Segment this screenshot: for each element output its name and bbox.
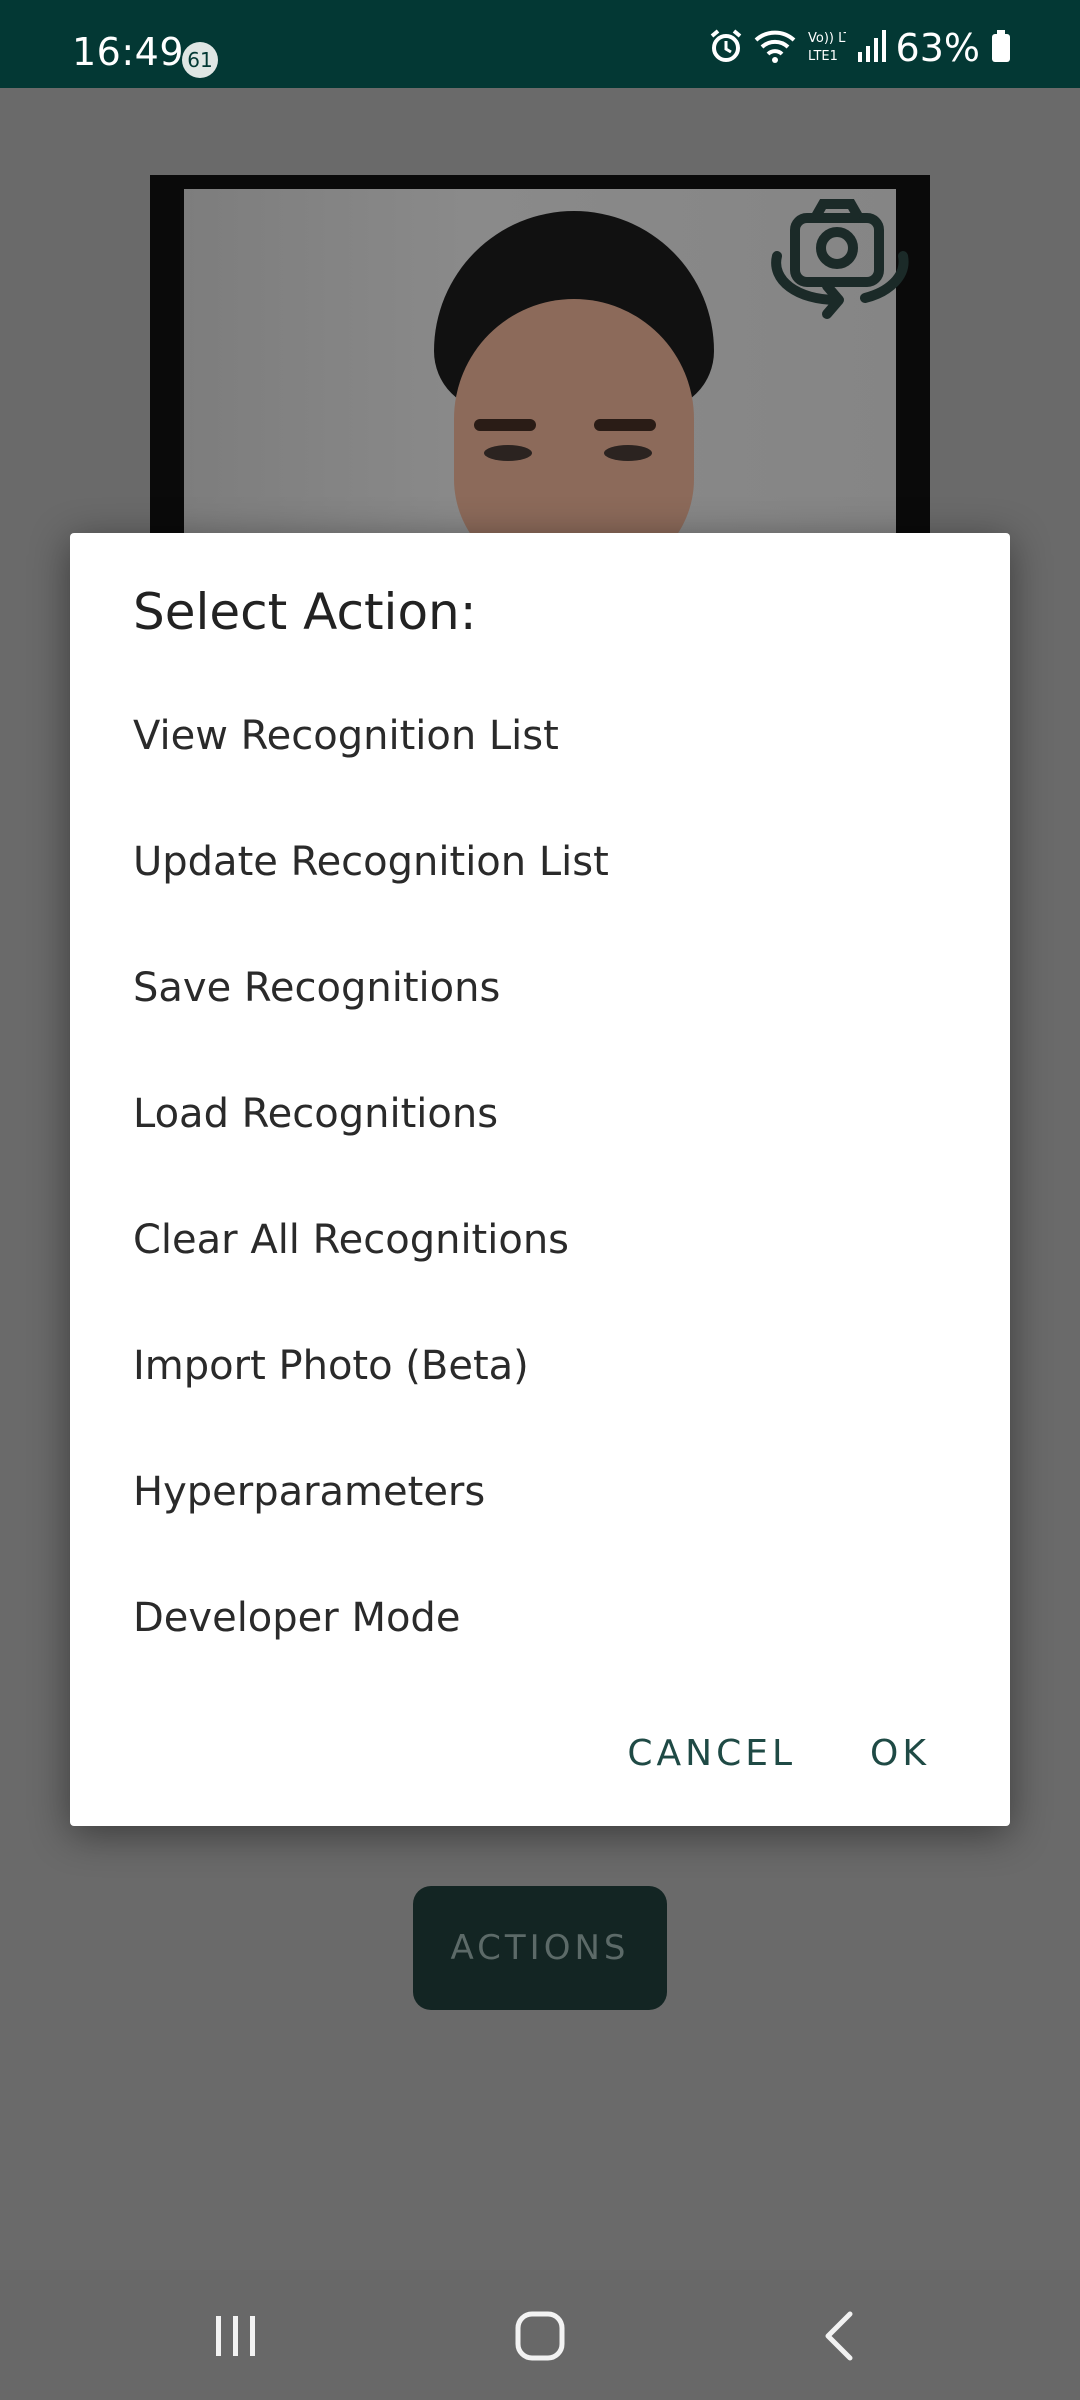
option-update-recognition-list[interactable]: Update Recognition List (70, 799, 1010, 925)
wifi-icon (754, 28, 796, 68)
dialog-buttons: CANCEL OK (627, 1733, 930, 1774)
back-icon[interactable] (800, 2304, 880, 2368)
dialog-title: Select Action: (133, 583, 477, 641)
ok-button[interactable]: OK (870, 1733, 930, 1774)
option-view-recognition-list[interactable]: View Recognition List (70, 673, 1010, 799)
option-developer-mode[interactable]: Developer Mode (70, 1555, 1010, 1681)
svg-text:LTE1: LTE1 (808, 49, 838, 64)
option-save-recognitions[interactable]: Save Recognitions (70, 925, 1010, 1051)
battery-percent: 63% (895, 26, 980, 70)
notification-count-badge: 61 (182, 42, 218, 78)
option-import-photo[interactable]: Import Photo (Beta) (70, 1303, 1010, 1429)
recents-icon[interactable] (196, 2304, 276, 2368)
volte-lte-icon: Vo)) LTE1 LTE1 (806, 28, 868, 68)
select-action-dialog: Select Action: View Recognition List Upd… (70, 533, 1010, 1826)
home-icon[interactable] (500, 2304, 580, 2368)
navigation-bar (0, 2270, 1080, 2400)
svg-text:Vo)) LTE1: Vo)) LTE1 (808, 31, 846, 46)
option-hyperparameters[interactable]: Hyperparameters (70, 1429, 1010, 1555)
status-bar: 16:49 61 Vo)) LTE1 LTE1 63% (0, 0, 1080, 88)
option-load-recognitions[interactable]: Load Recognitions (70, 1051, 1010, 1177)
signal-icon (856, 28, 886, 68)
cancel-button[interactable]: CANCEL (627, 1733, 796, 1774)
switch-camera-icon[interactable] (765, 190, 915, 330)
actions-button[interactable]: ACTIONS (413, 1886, 667, 2010)
status-time: 16:49 (72, 30, 185, 74)
option-clear-all-recognitions[interactable]: Clear All Recognitions (70, 1177, 1010, 1303)
alarm-icon (708, 28, 744, 68)
status-icons: Vo)) LTE1 LTE1 63% (708, 26, 1012, 70)
action-option-list: View Recognition List Update Recognition… (70, 673, 1010, 1681)
battery-icon (990, 28, 1012, 68)
